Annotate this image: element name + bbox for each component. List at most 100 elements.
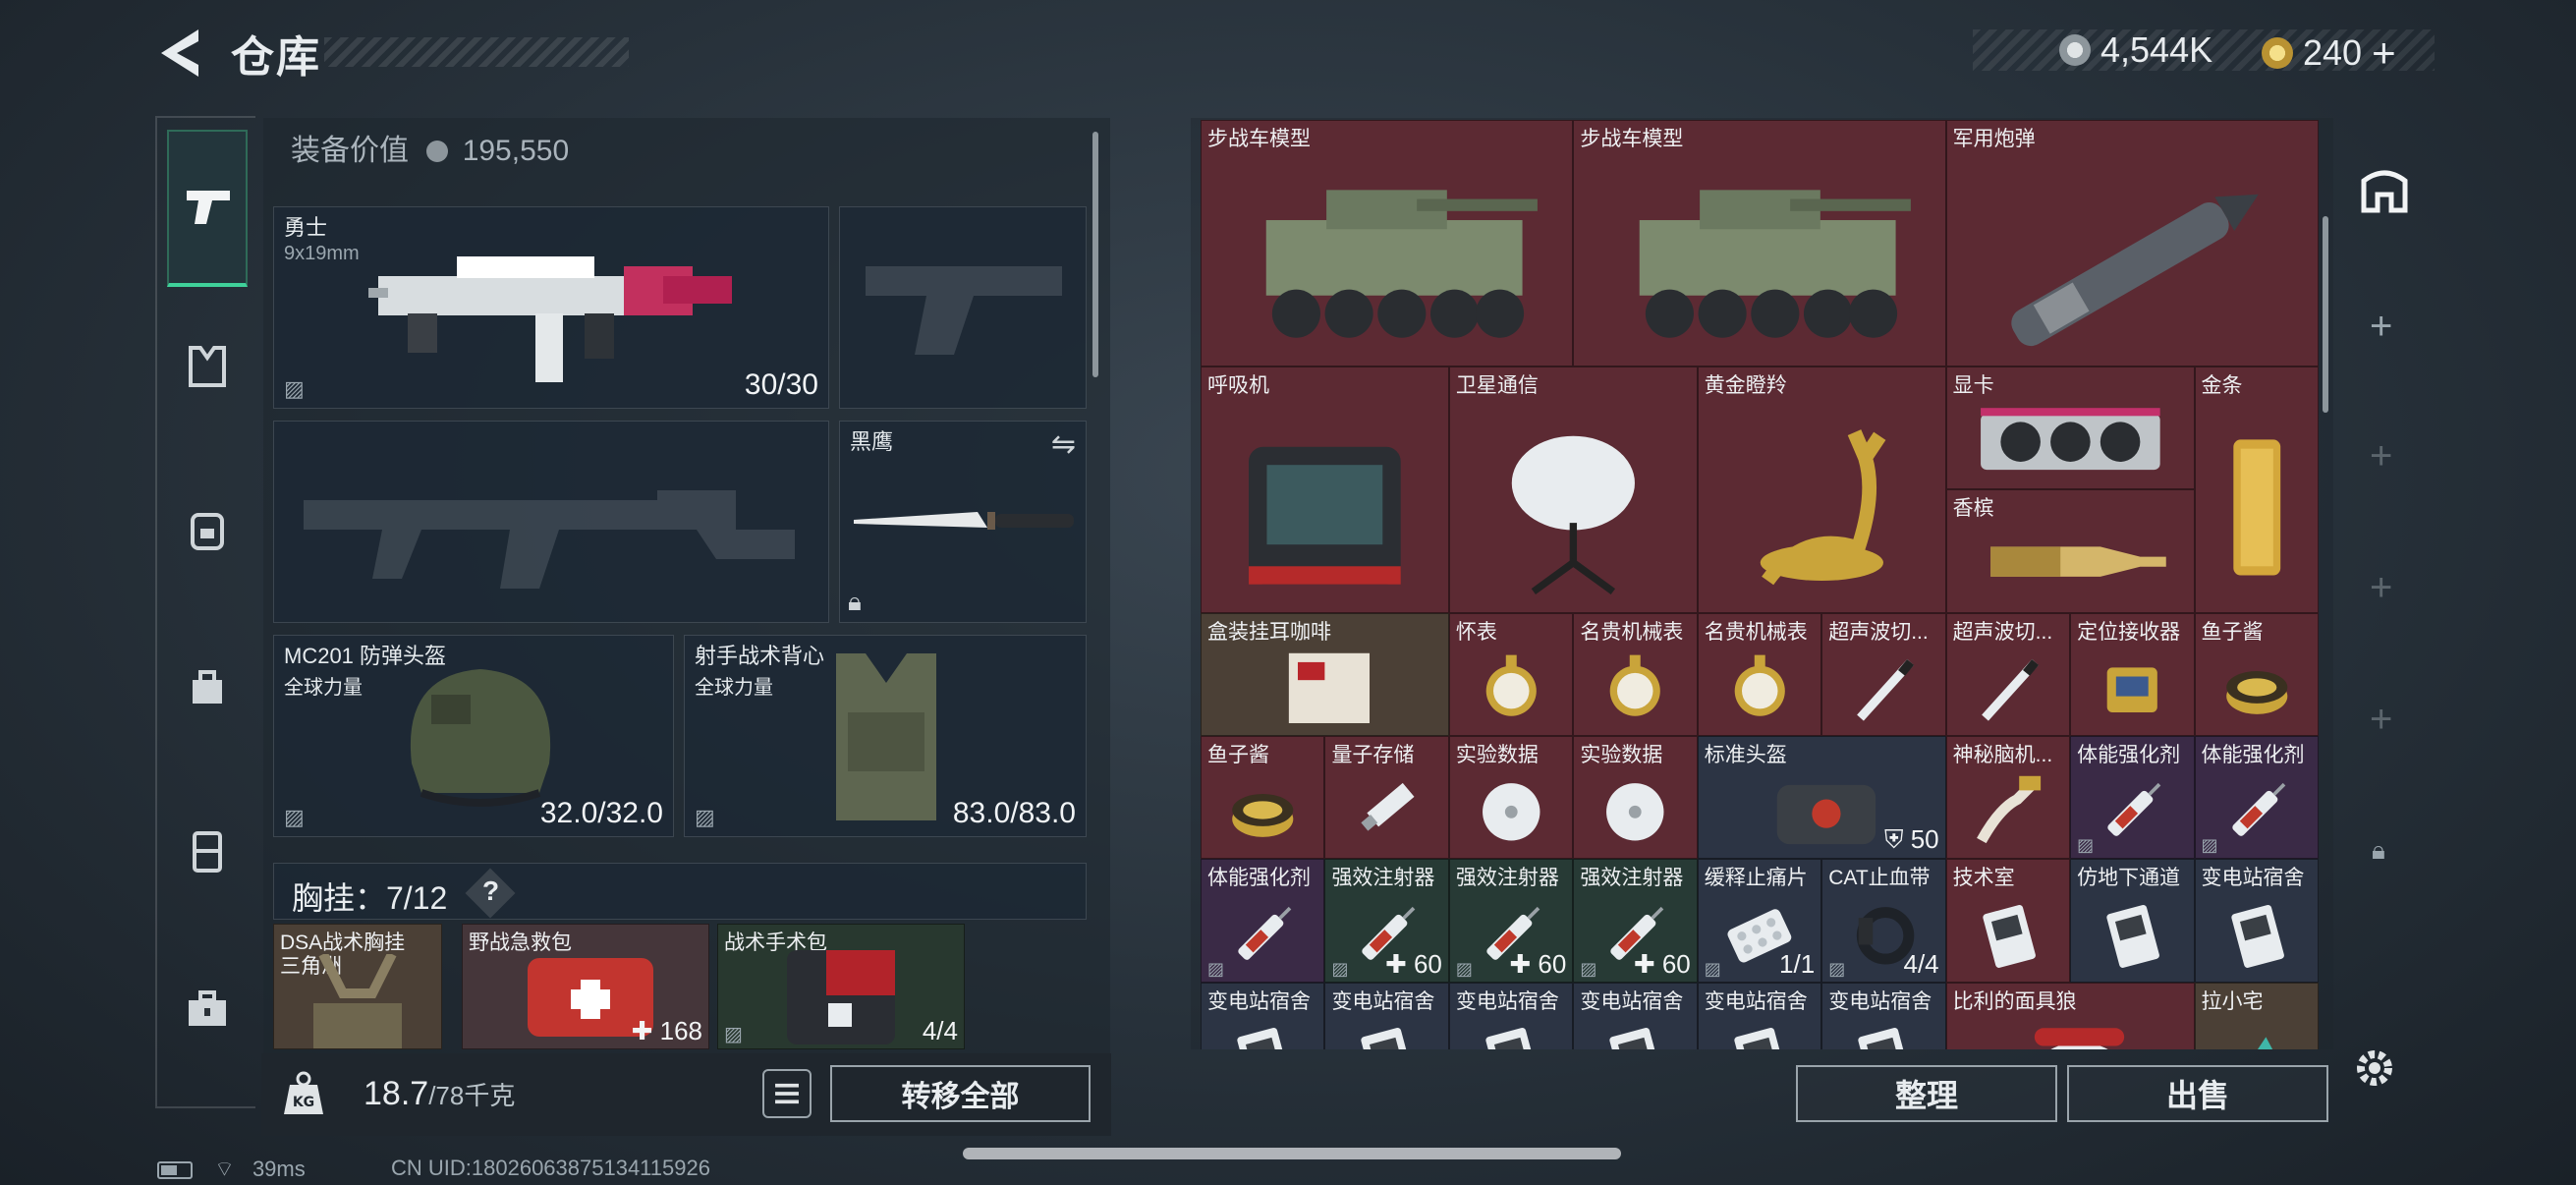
- case-icon: [193, 831, 222, 873]
- storage-item[interactable]: 缓释止痛片 1/1 ▨: [1697, 859, 1822, 983]
- equipment-value-label: 装备价值: [291, 135, 409, 167]
- add-storage-icon[interactable]: +: [2370, 698, 2392, 742]
- add-storage-icon[interactable]: +: [2370, 434, 2392, 479]
- storage-item[interactable]: 卫星通信: [1448, 366, 1698, 613]
- gold-currency[interactable]: 240 +: [2262, 29, 2396, 77]
- storage-grid: 步战车模型 步战车模型 军用炮弹 呼吸机 卫星通信 黄金瞪羚 显卡 金条 香槟 盒装挂耳咖啡 怀表 名…: [1201, 120, 2319, 1049]
- storage-item[interactable]: 盒装挂耳咖啡: [1201, 612, 1449, 736]
- storage-item[interactable]: 金条: [2194, 366, 2319, 613]
- storage-item[interactable]: 强效注射器 ✚ 60 ▨: [1573, 859, 1698, 983]
- storage-item[interactable]: 步战车模型: [1573, 120, 1946, 367]
- storage-item[interactable]: 香槟: [1945, 489, 2195, 613]
- storage-item[interactable]: 鱼子酱: [1201, 736, 1325, 860]
- storage-item[interactable]: 比利的面具狼: [1945, 982, 2195, 1049]
- add-storage-icon[interactable]: +: [2370, 305, 2392, 349]
- list-view-button[interactable]: [762, 1069, 812, 1118]
- tin-item-icon: [2206, 641, 2309, 730]
- storage-item[interactable]: 标准头盔 ⛨ 50: [1697, 736, 1946, 860]
- home-indicator[interactable]: [963, 1148, 1621, 1159]
- rig-item-firstaid[interactable]: 野战急救包 ✚ 168: [462, 924, 709, 1049]
- storage-item[interactable]: 怀表: [1448, 612, 1574, 736]
- sell-button[interactable]: 出售: [2067, 1065, 2328, 1122]
- storage-item[interactable]: 变电站宿舍: [1821, 982, 1946, 1049]
- equipment-value: 装备价值 195,550: [291, 126, 569, 169]
- add-storage-icon[interactable]: +: [2370, 566, 2392, 610]
- storage-item[interactable]: 体能强化剂 ▨: [2070, 736, 2195, 860]
- storage-item[interactable]: 步战车模型: [1201, 120, 1574, 367]
- storage-item[interactable]: 黄金瞪羚: [1697, 366, 1946, 613]
- item-name: 变电站宿舍: [1455, 989, 1559, 1013]
- storage-item[interactable]: 强效注射器 ✚ 60 ▨: [1448, 859, 1574, 983]
- storage-item[interactable]: 显卡: [1945, 366, 2195, 490]
- chest-rig-header[interactable]: 胸挂：7/12 ?: [273, 863, 1087, 920]
- storage-item[interactable]: 变电站宿舍: [1448, 982, 1574, 1049]
- tab-weapons[interactable]: [167, 130, 248, 287]
- storage-item[interactable]: 变电站宿舍: [2194, 859, 2319, 983]
- storage-item[interactable]: 仿地下通道: [2070, 859, 2195, 983]
- helmet-slot[interactable]: MC201 防弹头盔 全球力量 ▨ 32.0/32.0: [273, 635, 674, 837]
- pistol-slot[interactable]: [839, 206, 1087, 409]
- storage-home-icon[interactable]: [2360, 165, 2409, 214]
- item-value: 4/4: [1904, 949, 1939, 980]
- armor-slot[interactable]: 射手战术背心 全球力量 ▨ 83.0/83.0: [684, 635, 1087, 837]
- weight-current: 18.7: [364, 1075, 429, 1112]
- storage-item[interactable]: 军用炮弹: [1945, 120, 2319, 367]
- storage-item[interactable]: 技术室: [1945, 859, 2071, 983]
- storage-item[interactable]: 实验数据: [1448, 736, 1574, 860]
- equipment-scrollbar[interactable]: [1092, 132, 1098, 377]
- item-name: 变电站宿舍: [1828, 989, 1932, 1013]
- storage-item[interactable]: 实验数据: [1573, 736, 1698, 860]
- add-gold-icon[interactable]: +: [2372, 29, 2396, 77]
- equipment-value-amount: 195,550: [462, 135, 570, 167]
- storage-scrollbar[interactable]: [2323, 216, 2328, 413]
- disc-item-icon: [1584, 763, 1687, 853]
- tab-armor[interactable]: [167, 326, 248, 407]
- storage-item[interactable]: 拉小宅: [2194, 982, 2319, 1049]
- storage-item[interactable]: 变电站宿舍: [1324, 982, 1449, 1049]
- help-icon[interactable]: ?: [482, 875, 499, 907]
- pistol-placeholder-icon: [866, 266, 1062, 355]
- tab-toolbox[interactable]: [167, 973, 248, 1053]
- silver-coin-icon: [426, 141, 449, 162]
- storage-item[interactable]: 名贵机械表: [1573, 612, 1698, 736]
- item-value: ⛨ 50: [1884, 824, 1939, 856]
- rig-item-surgery[interactable]: 战术手术包 ▨ 4/4: [717, 924, 965, 1049]
- tab-container[interactable]: [167, 814, 248, 894]
- no-insure-icon: ▨: [724, 1024, 743, 1045]
- storage-item[interactable]: 定位接收器: [2070, 612, 2195, 736]
- back-button[interactable]: [155, 26, 204, 81]
- storage-item[interactable]: 名贵机械表: [1697, 612, 1822, 736]
- storage-item[interactable]: 体能强化剂 ▨: [1201, 859, 1325, 983]
- storage-item[interactable]: 变电站宿舍: [1573, 982, 1698, 1049]
- storage-item[interactable]: 量子存储: [1324, 736, 1449, 860]
- storage-item[interactable]: 神秘脑机...: [1945, 736, 2071, 860]
- lock-icon: 🔒︎: [848, 587, 862, 616]
- toolbox-icon: [189, 990, 226, 1026]
- storage-item[interactable]: 鱼子酱: [2194, 612, 2319, 736]
- primary-weapon-slot[interactable]: 勇士 9x19mm ▨ 30/30: [273, 206, 829, 409]
- sort-button[interactable]: 整理: [1796, 1065, 2057, 1122]
- settings-gear-icon[interactable]: [2350, 1044, 2399, 1093]
- toy-item-icon: [2206, 1010, 2309, 1049]
- storage-item[interactable]: 体能强化剂 ▨: [2194, 736, 2319, 860]
- secondary-weapon-slot[interactable]: [273, 421, 829, 623]
- weapon-caliber: 9x19mm: [284, 243, 360, 264]
- item-value: 1/1: [1779, 949, 1815, 980]
- tab-bag[interactable]: [167, 649, 248, 729]
- storage-item[interactable]: CAT止血带 4/4 ▨: [1821, 859, 1946, 983]
- storage-item[interactable]: 超声波切...: [1821, 612, 1946, 736]
- move-all-button[interactable]: 转移全部: [830, 1065, 1091, 1122]
- storage-item[interactable]: 变电站宿舍: [1697, 982, 1822, 1049]
- gold-amount: 240: [2303, 32, 2363, 73]
- storage-item[interactable]: 超声波切...: [1945, 612, 2071, 736]
- tab-backpack[interactable]: [167, 491, 248, 572]
- storage-item[interactable]: 呼吸机: [1201, 366, 1449, 613]
- rig-item-vest[interactable]: DSA战术胸挂 三角洲: [273, 924, 442, 1049]
- plus-icon: ✚: [1633, 948, 1662, 979]
- storage-item[interactable]: 变电站宿舍: [1201, 982, 1325, 1049]
- storage-item[interactable]: 强效注射器 ✚ 60 ▨: [1324, 859, 1449, 983]
- no-insure-icon: ▨: [1580, 958, 1597, 979]
- card-item-icon: [1335, 1010, 1438, 1049]
- melee-slot[interactable]: 黑鹰 ⇋ 🔒︎: [839, 421, 1087, 623]
- swap-icon[interactable]: ⇋: [1051, 427, 1076, 462]
